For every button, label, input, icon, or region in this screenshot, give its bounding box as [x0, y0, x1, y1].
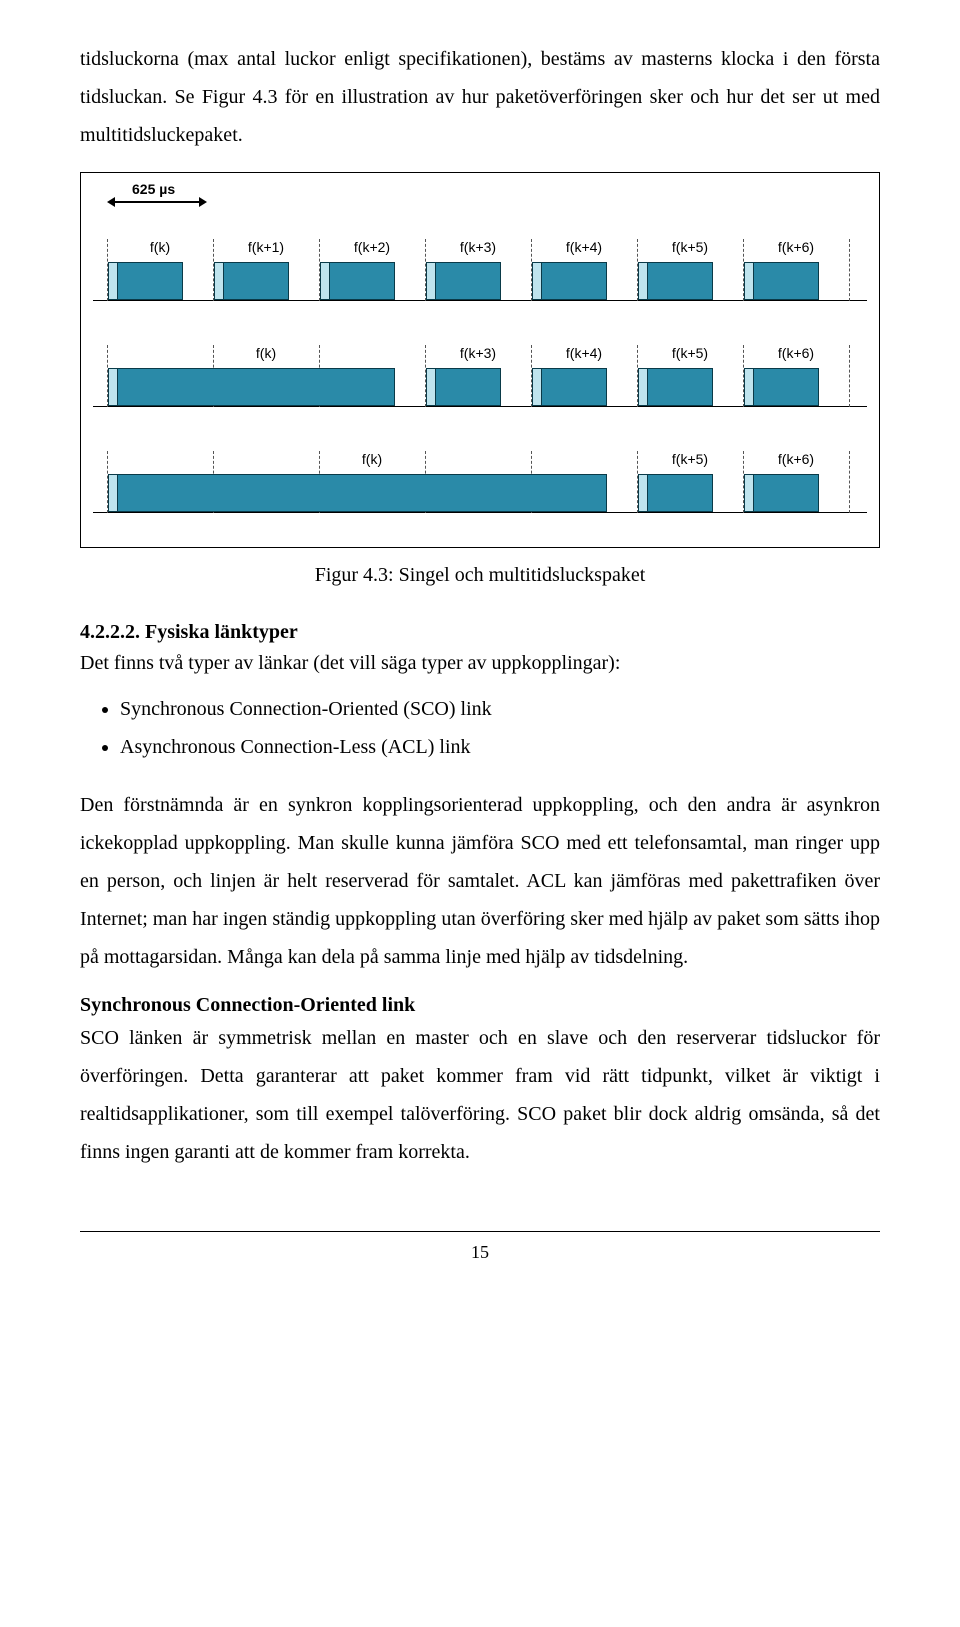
- slot-label: f(k+3): [460, 239, 496, 255]
- slot-label: f(k+6): [778, 345, 814, 361]
- figure-caption: Figur 4.3: Singel och multitidsluckspake…: [80, 564, 880, 587]
- baseline: [93, 300, 867, 301]
- section-4222-heading: 4.2.2.2. Fysiska länktyper: [80, 621, 880, 644]
- slot-label: f(k+5): [672, 451, 708, 467]
- slot-label: f(k): [256, 345, 276, 361]
- slot-label: f(k+4): [566, 239, 602, 255]
- time-arrow: [109, 201, 205, 203]
- slot-label: f(k+5): [672, 239, 708, 255]
- list-item: Synchronous Connection-Oriented (SCO) li…: [120, 690, 880, 728]
- sco-paragraph: SCO länken är symmetrisk mellan en maste…: [80, 1019, 880, 1171]
- intro-paragraph: tidsluckorna (max antal luckor enligt sp…: [80, 40, 880, 154]
- link-type-list: Synchronous Connection-Oriented (SCO) li…: [120, 690, 880, 766]
- slot-label: f(k+3): [460, 345, 496, 361]
- slot-label: f(k+5): [672, 345, 708, 361]
- list-item: Asynchronous Connection-Less (ACL) link: [120, 728, 880, 766]
- section-4222-intro: Det finns två typer av länkar (det vill …: [80, 644, 880, 682]
- slot-label: f(k): [150, 239, 170, 255]
- section-4222-para1: Den förstnämnda är en synkron kopplingso…: [80, 786, 880, 976]
- slot-label: f(k+2): [354, 239, 390, 255]
- slot-label: f(k+6): [778, 239, 814, 255]
- slot-label: f(k): [362, 451, 382, 467]
- arrow-label: 625 µs: [129, 181, 178, 197]
- sco-heading: Synchronous Connection-Oriented link: [80, 994, 880, 1017]
- slot-label: f(k+4): [566, 345, 602, 361]
- figure-4-3: 625 µs f(k) f(k+1) f(k+2) f(k+3) f(k+4) …: [80, 172, 880, 548]
- slot-label: f(k+1): [248, 239, 284, 255]
- timing-row-1: f(k) f(k+1) f(k+2) f(k+3) f(k+4) f(k+5) …: [93, 219, 867, 319]
- slot-label: f(k+6): [778, 451, 814, 467]
- page-number: 15: [80, 1231, 880, 1263]
- timing-row-2: f(k) f(k+3) f(k+4) f(k+5) f(k+6): [93, 325, 867, 425]
- timing-row-3: f(k) f(k+5) f(k+6): [93, 431, 867, 531]
